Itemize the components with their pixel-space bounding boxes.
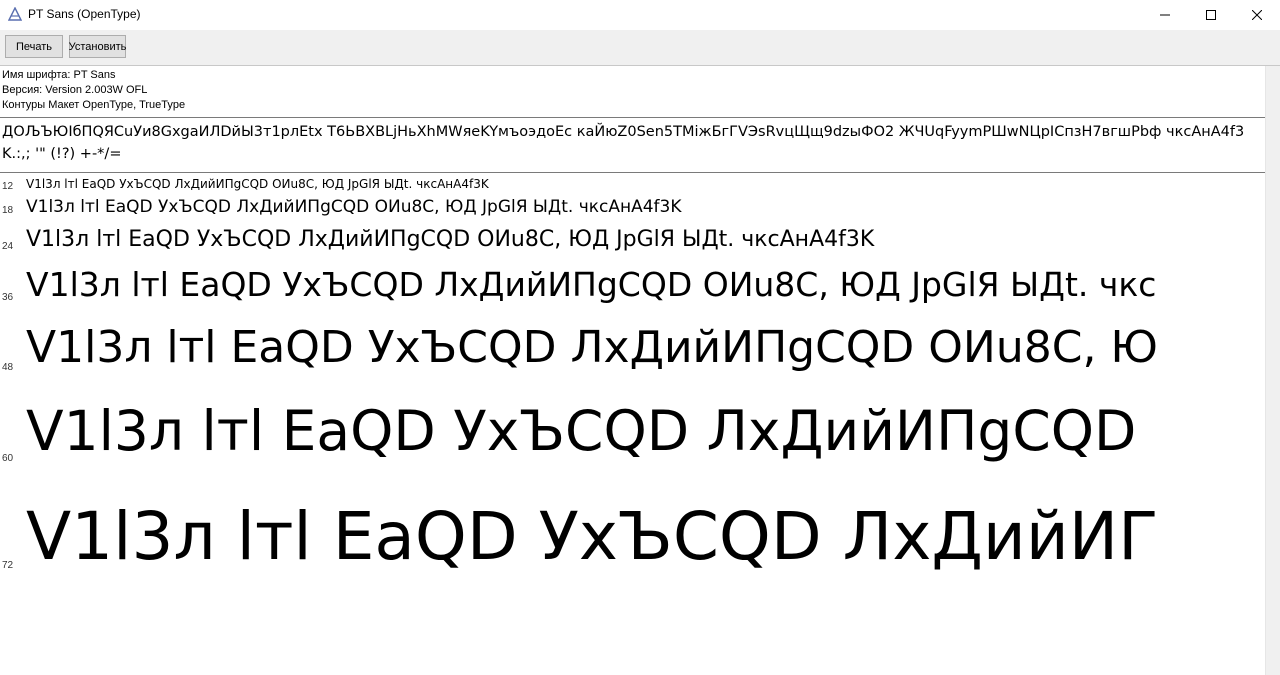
- font-name-line: Имя шрифта: PT Sans: [2, 69, 116, 81]
- sample-text: V1l3л lтl EaQD УхЪCQD ЛхДийИПgCQD: [26, 399, 1137, 463]
- font-viewer-app-icon: [8, 7, 22, 21]
- divider: [0, 172, 1265, 173]
- minimize-icon: [1160, 14, 1170, 16]
- maximize-button[interactable]: [1188, 0, 1234, 30]
- font-outline-line: Контуры Макет OpenType, TrueType: [2, 99, 186, 111]
- sample-row-36: 36 V1l3л lтl EaQD УхЪCQD ЛхДийИПgCQD OИu…: [0, 262, 1265, 314]
- minimize-button[interactable]: [1142, 0, 1188, 30]
- window-title: PT Sans (OpenType): [28, 7, 141, 21]
- sample-size-label: 60: [2, 453, 14, 464]
- sample-text: V1l3л lтl EaQD УхЪCQD ЛхДийИПgCQD OИu8C,…: [26, 322, 1158, 373]
- sample-size-label: 36: [2, 292, 14, 303]
- sample-text: V1l3л lтl EaQD УхЪCQD ЛхДийИПgCQD OИu8C,…: [26, 177, 489, 191]
- sample-row-72: 72 V1l3л lтl EaQD УхЪCQD ЛхДийИГ: [0, 496, 1265, 606]
- sample-size-label: 18: [2, 205, 14, 216]
- close-icon: [1252, 10, 1262, 20]
- sample-size-label: 12: [2, 181, 14, 192]
- sample-text: V1l3л lтl EaQD УхЪCQD ЛхДийИГ: [26, 498, 1159, 575]
- print-button[interactable]: Печать: [5, 35, 63, 58]
- close-button[interactable]: [1234, 0, 1280, 30]
- sample-row-24: 24 V1l3л lтl EaQD УхЪCQD ЛхДийИПgCQD OИu…: [0, 224, 1265, 260]
- title-bar: PT Sans (OpenType): [0, 0, 1280, 30]
- install-button[interactable]: Установить: [69, 35, 126, 58]
- sample-row-18: 18 V1l3л lтl EaQD УхЪCQD ЛхДийИПgCQD OИu…: [0, 194, 1265, 220]
- vertical-scrollbar[interactable]: [1265, 66, 1280, 675]
- font-version-line: Версия: Version 2.003W OFL: [2, 84, 148, 96]
- toolbar: Печать Установить: [0, 30, 1280, 66]
- sample-text: V1l3л lтl EaQD УхЪCQD ЛхДийИПgCQD OИu8C,…: [26, 197, 682, 217]
- sample-row-12: 12 V1l3л lтl EaQD УхЪCQD ЛхДийИПgCQD OИu…: [0, 176, 1265, 194]
- font-info: Имя шрифта: PT Sans Версия: Version 2.00…: [2, 68, 185, 113]
- sample-row-48: 48 V1l3л lтl EaQD УхЪCQD ЛхДийИПgCQD OИu…: [0, 320, 1265, 388]
- sample-size-label: 24: [2, 241, 14, 252]
- divider: [0, 117, 1265, 118]
- sample-size-label: 48: [2, 362, 14, 373]
- sample-text: V1l3л lтl EaQD УхЪCQD ЛхДийИПgCQD OИu8C,…: [26, 227, 875, 252]
- character-set-sample: ДОЉЪЮІбПQЯСuУи8GxgaИЛDйЫ3т1рлEtx T6ЬBXBL…: [2, 124, 1245, 162]
- font-preview-area: Имя шрифта: PT Sans Версия: Version 2.00…: [0, 66, 1265, 675]
- maximize-icon: [1206, 10, 1216, 20]
- sample-size-label: 72: [2, 560, 14, 571]
- sample-text: V1l3л lтl EaQD УхЪCQD ЛхДийИПgCQD OИu8C,…: [26, 265, 1157, 304]
- sample-row-60: 60 V1l3л lтl EaQD УхЪCQD ЛхДийИПgCQD: [0, 396, 1265, 482]
